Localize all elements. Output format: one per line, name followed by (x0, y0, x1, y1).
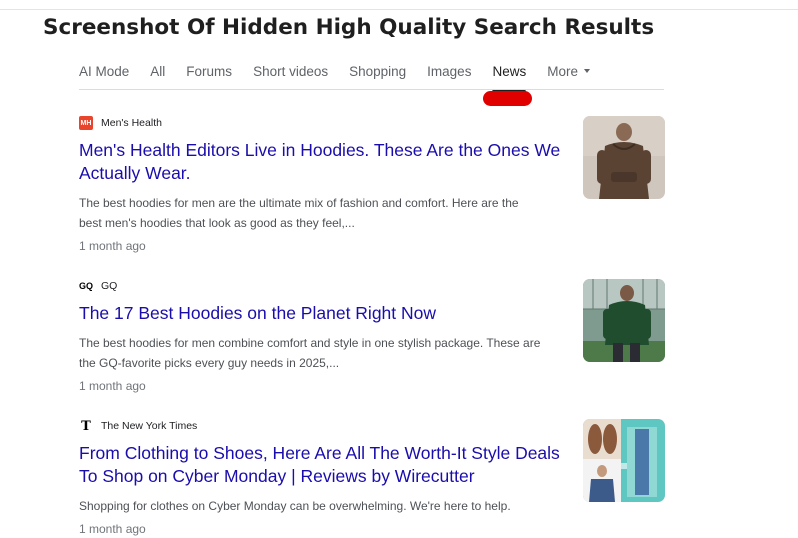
shoes-and-clothing-collage-image (583, 419, 665, 502)
news-result: T The New York Times From Clothing to Sh… (79, 418, 579, 537)
tab-images[interactable]: Images (427, 64, 471, 79)
top-divider (0, 9, 798, 10)
man-in-brown-hoodie-image (583, 116, 665, 199)
tab-ai-mode[interactable]: AI Mode (79, 64, 129, 79)
source-name: GQ (101, 280, 118, 292)
nyt-favicon-icon: T (81, 418, 91, 434)
news-result: GQ GQ The 17 Best Hoodies on the Planet … (79, 278, 579, 393)
search-tabs: AI Mode All Forums Short videos Shopping… (79, 56, 611, 93)
title-line: To Shop on Cyber Monday | Reviews by Wir… (79, 466, 475, 486)
tab-short-videos[interactable]: Short videos (253, 64, 328, 79)
snippet-line: The best hoodies for men combine comfort… (79, 336, 541, 350)
tab-label: More (547, 63, 578, 79)
tab-label: Shopping (349, 63, 407, 79)
tab-label: AI Mode (79, 63, 130, 79)
news-result: MH Men's Health Men's Health Editors Liv… (79, 115, 579, 253)
result-title-link[interactable]: Men's Health Editors Live in Hoodies. Th… (79, 139, 579, 185)
title-line: Actually Wear. (79, 163, 191, 183)
result-source[interactable]: T The New York Times (79, 418, 579, 434)
tab-label: Short videos (253, 63, 329, 79)
result-thumbnail[interactable] (583, 279, 665, 362)
snippet-line: the GQ-favorite picks every guy needs in… (79, 356, 340, 370)
result-date: 1 month ago (79, 239, 146, 253)
result-snippet: The best hoodies for men combine comfort… (79, 333, 579, 373)
result-snippet: Shopping for clothes on Cyber Monday can… (79, 496, 579, 516)
result-title-link[interactable]: From Clothing to Shoes, Here Are All The… (79, 442, 579, 488)
tabs-divider (79, 89, 664, 90)
man-in-green-hoodie-image (583, 279, 665, 362)
caret-down-icon (583, 69, 590, 73)
result-thumbnail[interactable] (583, 116, 665, 199)
title-line: Men's Health Editors Live in Hoodies. Th… (79, 140, 561, 160)
snippet-line: best men's hoodies that look as good as … (79, 216, 355, 230)
snippet-line: The best hoodies for men are the ultimat… (79, 196, 519, 210)
title-line: From Clothing to Shoes, Here Are All The… (79, 443, 560, 463)
result-source[interactable]: GQ GQ (79, 278, 579, 294)
tab-label: All (150, 63, 166, 79)
snippet-line: Shopping for clothes on Cyber Monday can… (79, 499, 511, 513)
title-line: The 17 Best Hoodies on the Planet Right … (79, 303, 437, 323)
gq-favicon-icon: GQ (79, 281, 94, 291)
source-name: The New York Times (101, 420, 198, 432)
result-snippet: The best hoodies for men are the ultimat… (79, 193, 579, 233)
mens-health-favicon-icon: MH (79, 116, 93, 130)
tab-shopping[interactable]: Shopping (349, 64, 406, 79)
tab-forums[interactable]: Forums (186, 64, 232, 79)
source-name: Men's Health (101, 117, 162, 129)
result-date: 1 month ago (79, 379, 146, 393)
tab-news[interactable]: News (492, 63, 527, 93)
tab-label: Forums (186, 63, 233, 79)
result-date: 1 month ago (79, 522, 146, 536)
tab-label: News (492, 63, 527, 79)
result-source[interactable]: MH Men's Health (79, 115, 579, 131)
page-title: Screenshot Of Hidden High Quality Search… (43, 15, 655, 40)
tab-label: Images (427, 63, 472, 79)
tab-all[interactable]: All (150, 64, 165, 79)
tab-more[interactable]: More (547, 64, 590, 79)
result-title-link[interactable]: The 17 Best Hoodies on the Planet Right … (79, 302, 579, 325)
red-highlight-mark (483, 91, 532, 106)
result-thumbnail[interactable] (583, 419, 665, 502)
